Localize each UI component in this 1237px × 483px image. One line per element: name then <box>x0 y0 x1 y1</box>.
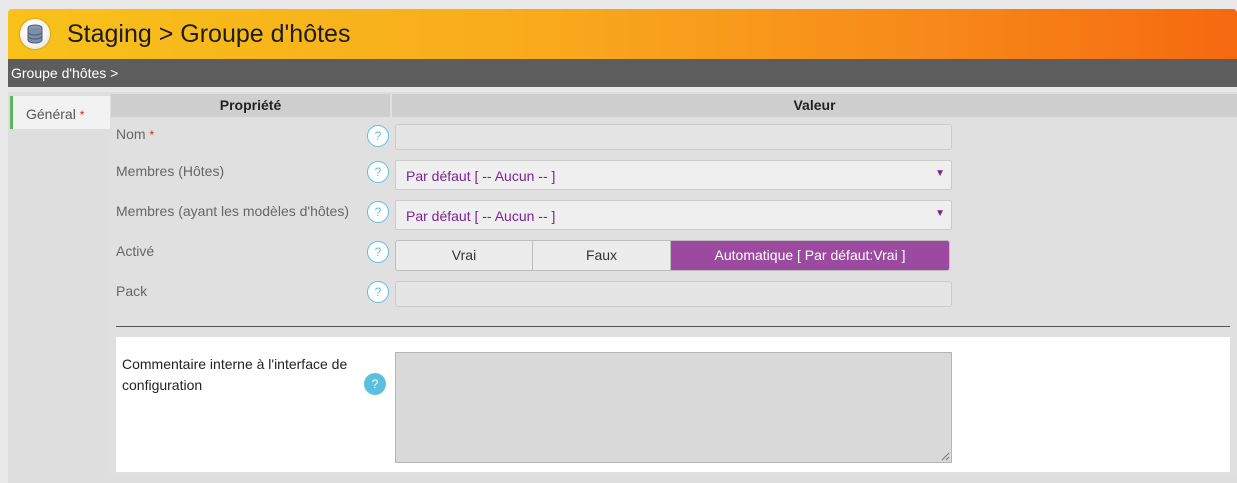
membres-modeles-select[interactable]: Par défaut [ -- Aucun -- ] ▼ <box>395 200 952 230</box>
chevron-down-icon: ▼ <box>935 168 945 179</box>
required-marker: * <box>79 108 85 122</box>
help-icon-membres-modeles[interactable]: ? <box>367 201 389 223</box>
database-icon <box>20 19 50 49</box>
properties-panel: Propriété Valeur Nom * ? Membres (Hôtes)… <box>111 94 1237 477</box>
page-title: Staging > Groupe d'hôtes <box>67 20 351 48</box>
membres-hotes-value: Par défaut [ -- Aucun -- ] <box>406 168 556 184</box>
help-icon-nom[interactable]: ? <box>367 125 389 147</box>
pack-input[interactable] <box>395 281 952 307</box>
active-option-automatique[interactable]: Automatique [ Par défaut:Vrai ] <box>671 241 949 270</box>
breadcrumb[interactable]: Groupe d'hôtes > <box>11 65 118 81</box>
help-icon-membres-hotes[interactable]: ? <box>367 161 389 183</box>
comment-textarea[interactable] <box>395 352 952 463</box>
active-option-faux[interactable]: Faux <box>533 241 671 270</box>
active-option-vrai[interactable]: Vrai <box>396 241 533 270</box>
nom-label: Nom * <box>116 126 155 142</box>
help-icon-comment[interactable]: ? <box>364 373 386 395</box>
active-label: Activé <box>116 243 155 259</box>
membres-hotes-label: Membres (Hôtes) <box>116 163 225 179</box>
membres-hotes-select[interactable]: Par défaut [ -- Aucun -- ] ▼ <box>395 160 952 190</box>
breadcrumb-bar: Groupe d'hôtes > <box>8 59 1237 87</box>
membres-modeles-label: Membres (ayant les modèles d'hôtes) <box>116 203 349 219</box>
column-header-property: Propriété <box>111 94 390 117</box>
help-icon-active[interactable]: ? <box>367 241 389 263</box>
help-icon-pack[interactable]: ? <box>367 281 389 303</box>
comment-section: Commentaire interne à l'interface de con… <box>116 337 1230 472</box>
membres-modeles-value: Par défaut [ -- Aucun -- ] <box>406 208 556 224</box>
pack-label: Pack <box>116 283 148 299</box>
chevron-down-icon: ▼ <box>935 208 945 219</box>
section-divider <box>116 326 1230 327</box>
required-marker: * <box>149 128 155 142</box>
tab-general[interactable]: Général * <box>10 96 110 129</box>
column-header-value: Valeur <box>392 94 1237 117</box>
page-header: Staging > Groupe d'hôtes <box>8 9 1237 59</box>
comment-label: Commentaire interne à l'interface de con… <box>122 356 348 393</box>
tab-general-label: Général <box>26 106 76 122</box>
main-content: Général * Propriété Valeur Nom * ? Membr… <box>8 92 1237 483</box>
active-toggle-group: Vrai Faux Automatique [ Par défaut:Vrai … <box>395 240 950 271</box>
nom-input[interactable] <box>395 124 952 150</box>
resize-handle-icon[interactable] <box>941 452 950 461</box>
